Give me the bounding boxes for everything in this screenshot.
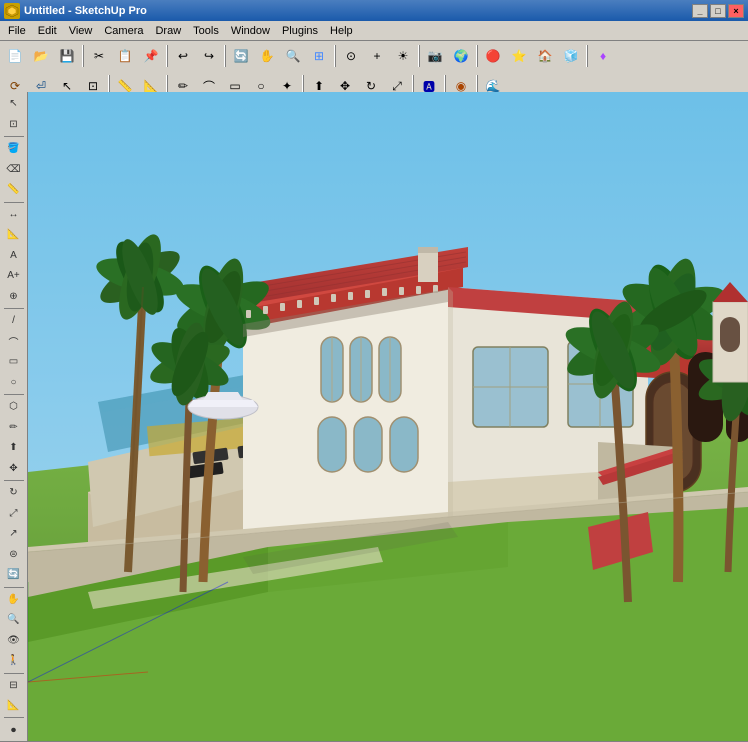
toolbar-separator [82, 45, 84, 67]
menu-item-draw[interactable]: Draw [149, 21, 187, 40]
left-component[interactable]: ⊡ [2, 115, 26, 135]
left-freehand[interactable]: ✏ [2, 417, 26, 437]
menu-item-camera[interactable]: Camera [98, 21, 149, 40]
left-dimensions[interactable]: ↔ [2, 204, 26, 224]
paste-btn[interactable]: 📌 [139, 44, 163, 68]
left-rotate[interactable]: ↻ [2, 483, 26, 503]
left-line[interactable]: / [2, 311, 26, 331]
left-polygon[interactable]: ⬡ [2, 397, 26, 417]
section-btn[interactable]: ⊙ [339, 44, 363, 68]
left-offset[interactable]: ⊜ [2, 544, 26, 564]
new-btn[interactable]: 📄 [3, 44, 27, 68]
3d-scene [28, 92, 748, 742]
left-rectangle[interactable]: ▭ [2, 352, 26, 372]
left-toolbar-separator [4, 136, 24, 137]
left-walk[interactable]: 🚶 [2, 651, 26, 671]
camera-btn[interactable]: 📷 [423, 44, 447, 68]
menu-item-view[interactable]: View [63, 21, 99, 40]
left-measure[interactable]: 📐 [2, 696, 26, 716]
left-text[interactable]: A [2, 245, 26, 265]
left-record[interactable]: ⏺ [2, 720, 26, 740]
toolbar-row-1: 📄📂💾 ✂📋📌 ↩↪ 🔄✋🔍⊞ ⊙+☀ 📷🌍 🔴⭐🏠🧊 ♦ [0, 41, 748, 71]
left-scale[interactable]: ⤢ [2, 503, 26, 523]
toolbar-separator [586, 45, 588, 67]
left-3d-text[interactable]: A+ [2, 266, 26, 286]
maximize-button[interactable]: □ [710, 4, 726, 18]
left-move[interactable]: ✥ [2, 458, 26, 478]
toolbar-separator [476, 45, 478, 67]
shadow-btn[interactable]: ☀ [391, 44, 415, 68]
left-toolbar-separator [4, 587, 24, 588]
toolbar-separator [166, 45, 168, 67]
app-icon [4, 3, 20, 19]
redo-btn[interactable]: ↪ [197, 44, 221, 68]
cut-btn[interactable]: ✂ [87, 44, 111, 68]
left-toolbar-separator [4, 480, 24, 481]
dyn-btn[interactable]: ♦ [591, 44, 615, 68]
close-button[interactable]: × [728, 4, 744, 18]
save-btn[interactable]: 💾 [55, 44, 79, 68]
left-toolbar-separator [4, 308, 24, 309]
pan-btn[interactable]: ✋ [255, 44, 279, 68]
left-follow-me[interactable]: ↗ [2, 524, 26, 544]
undo-btn[interactable]: ↩ [171, 44, 195, 68]
left-orbit2[interactable]: 🔄 [2, 565, 26, 585]
menu-item-tools[interactable]: Tools [187, 21, 225, 40]
open-btn[interactable]: 📂 [29, 44, 53, 68]
left-arc[interactable]: ⌒ [2, 331, 26, 351]
left-tape[interactable]: 📏 [2, 180, 26, 200]
canvas-area[interactable] [28, 92, 748, 742]
minimize-button[interactable]: _ [692, 4, 708, 18]
star-btn[interactable]: ⭐ [507, 44, 531, 68]
title-bar: Untitled - SketchUp Pro _ □ × [0, 0, 748, 21]
left-pan2[interactable]: ✋ [2, 589, 26, 609]
left-toolbar-separator [4, 717, 24, 718]
left-zoom2[interactable]: 🔍 [2, 610, 26, 630]
toolbar-separator [418, 45, 420, 67]
zoom-ext-btn[interactable]: ⊞ [307, 44, 331, 68]
window-title: Untitled - SketchUp Pro [24, 5, 692, 17]
toolbar-separator [334, 45, 336, 67]
toolbar-separator [224, 45, 226, 67]
menu-bar: FileEditViewCameraDrawToolsWindowPlugins… [0, 21, 748, 41]
left-push-pull[interactable]: ⬆ [2, 438, 26, 458]
left-paint[interactable]: 🪣 [2, 139, 26, 159]
left-select[interactable]: ↖ [2, 94, 26, 114]
menu-item-file[interactable]: File [2, 21, 32, 40]
left-circle[interactable]: ○ [2, 373, 26, 393]
menu-item-help[interactable]: Help [324, 21, 359, 40]
menu-item-plugins[interactable]: Plugins [276, 21, 324, 40]
cube-btn[interactable]: 🧊 [559, 44, 583, 68]
left-eraser[interactable]: ⌫ [2, 159, 26, 179]
left-toolbar-separator [4, 673, 24, 674]
left-toolbar-separator [4, 394, 24, 395]
menu-item-edit[interactable]: Edit [32, 21, 63, 40]
ruby-btn[interactable]: 🔴 [481, 44, 505, 68]
copy-btn[interactable]: 📋 [113, 44, 137, 68]
left-axes-tool[interactable]: ⊕ [2, 287, 26, 307]
left-look-around[interactable]: 👁 [2, 630, 26, 650]
window-controls[interactable]: _ □ × [692, 4, 744, 18]
left-section-plane[interactable]: ⊟ [2, 675, 26, 695]
house-btn[interactable]: 🏠 [533, 44, 557, 68]
left-toolbar: ↖⊡🪣⌫📏↔📐AA+⊕/⌒▭○⬡✏⬆✥↻⤢↗⊜🔄✋🔍👁🚶⊟📐⏺ [0, 92, 28, 742]
geo-btn[interactable]: 🌍 [449, 44, 473, 68]
menu-item-window[interactable]: Window [225, 21, 276, 40]
left-protractor[interactable]: 📐 [2, 225, 26, 245]
add-btn[interactable]: + [365, 44, 389, 68]
zoom-btn[interactable]: 🔍 [281, 44, 305, 68]
left-toolbar-separator [4, 202, 24, 203]
orbit-btn[interactable]: 🔄 [229, 44, 253, 68]
